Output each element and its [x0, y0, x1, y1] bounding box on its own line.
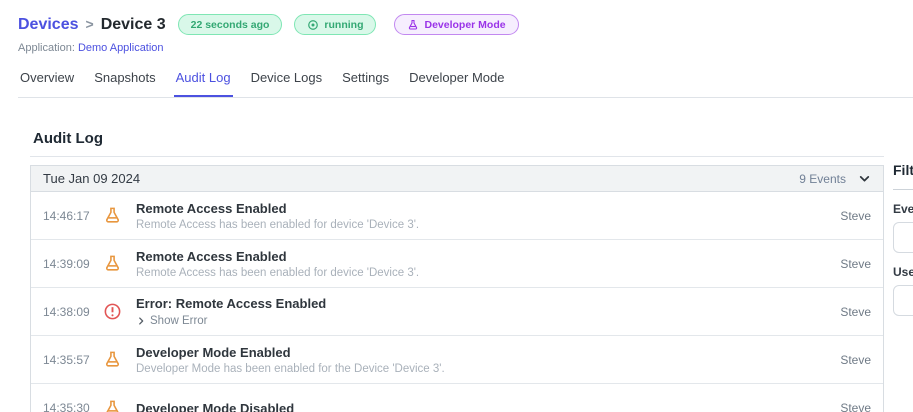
date-group-header[interactable]: Tue Jan 09 2024 9 Events	[31, 166, 883, 192]
device-tabs: Overview Snapshots Audit Log Device Logs…	[18, 70, 913, 98]
last-seen-badge: 22 seconds ago	[177, 14, 283, 35]
tab-settings[interactable]: Settings	[340, 70, 391, 97]
event-time: 14:35:30	[43, 401, 90, 412]
last-seen-label: 22 seconds ago	[190, 18, 270, 31]
filter-panel-title: Filter	[893, 162, 913, 178]
event-user: Steve	[840, 256, 871, 271]
event-title: Developer Mode Enabled	[136, 344, 291, 360]
event-time: 14:35:57	[43, 352, 90, 367]
event-user: Steve	[840, 352, 871, 367]
event-user: Steve	[840, 304, 871, 319]
breadcrumb-devices-link[interactable]: Devices	[18, 16, 79, 33]
breadcrumb: Devices > Device 3	[18, 16, 166, 34]
status-label: running	[324, 18, 364, 31]
event-title: Remote Access Enabled	[136, 200, 287, 216]
show-error-toggle[interactable]: Show Error	[136, 315, 840, 327]
event-user: Steve	[840, 401, 871, 412]
tab-device-logs[interactable]: Device Logs	[249, 70, 325, 97]
developer-mode-badge: Developer Mode	[394, 14, 519, 35]
events-count: 9 Events	[799, 171, 846, 186]
audit-log-section: Audit Log Tue Jan 09 2024 9 Events 14:46…	[30, 98, 884, 412]
event-time: 14:38:09	[43, 304, 90, 319]
breadcrumb-current-device: Device 3	[100, 15, 166, 33]
table-row: 14:35:57 Developer Mode Enabled Develope…	[31, 336, 883, 384]
event-time: 14:46:17	[43, 208, 90, 223]
event-filter-label: Event	[893, 202, 913, 216]
show-error-label: Show Error	[150, 315, 208, 327]
date-header-label: Tue Jan 09 2024	[43, 171, 141, 186]
chevron-down-icon[interactable]	[858, 172, 871, 185]
event-title: Developer Mode Disabled	[136, 400, 295, 412]
developer-mode-label: Developer Mode	[424, 18, 506, 31]
user-filter-input[interactable]	[893, 285, 913, 316]
table-row: 14:35:30 Developer Mode Disabled Steve	[31, 384, 883, 412]
event-user: Steve	[840, 208, 871, 223]
device-header: Devices > Device 3 22 seconds ago running …	[0, 0, 913, 54]
event-description: Remote Access has been enabled for devic…	[136, 218, 420, 231]
status-badge: running	[294, 14, 377, 35]
flask-icon	[103, 254, 123, 273]
filter-panel: Filter Event User	[893, 98, 913, 316]
table-row: 14:46:17 Remote Access Enabled Remote Ac…	[31, 192, 883, 240]
chevron-right-icon	[136, 316, 146, 326]
flask-icon	[103, 206, 123, 225]
breadcrumb-separator: >	[85, 15, 94, 32]
audit-log-table: Tue Jan 09 2024 9 Events 14:46:17 Remote…	[30, 165, 884, 412]
tab-developer-mode[interactable]: Developer Mode	[407, 70, 506, 97]
event-description: Developer Mode has been enabled for the …	[136, 362, 445, 375]
event-title: Remote Access Enabled	[136, 248, 287, 264]
status-running-icon	[307, 19, 319, 31]
event-time: 14:39:09	[43, 256, 90, 271]
tab-snapshots[interactable]: Snapshots	[92, 70, 157, 97]
flask-icon	[103, 399, 123, 412]
user-filter-label: User	[893, 265, 913, 279]
event-filter-input[interactable]	[893, 222, 913, 253]
error-icon	[103, 302, 123, 321]
tab-overview[interactable]: Overview	[18, 70, 76, 97]
table-row: 14:38:09 Error: Remote Access Enabled Sh…	[31, 288, 883, 336]
event-title: Error: Remote Access Enabled	[136, 296, 327, 311]
filter-divider	[893, 189, 913, 190]
tab-audit-log[interactable]: Audit Log	[173, 70, 233, 97]
application-row: Application: Demo Application	[18, 42, 913, 54]
page-title: Audit Log	[33, 130, 103, 147]
section-divider	[30, 156, 884, 157]
table-row: 14:39:09 Remote Access Enabled Remote Ac…	[31, 240, 883, 288]
application-link[interactable]: Demo Application	[78, 42, 164, 54]
application-label: Application:	[18, 42, 75, 54]
flask-icon	[103, 350, 123, 369]
event-description: Remote Access has been enabled for devic…	[136, 266, 420, 279]
flask-icon	[407, 19, 419, 31]
